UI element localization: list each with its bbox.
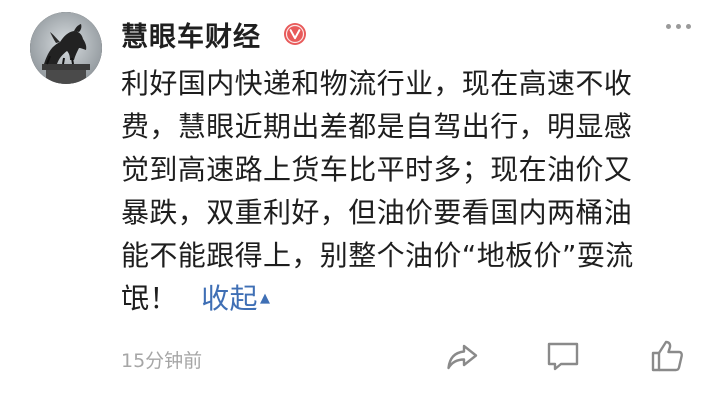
thumbs-up-icon <box>651 340 684 372</box>
share-button[interactable] <box>444 338 480 374</box>
comment-icon <box>547 342 579 371</box>
horse-statue-avatar-image <box>30 12 102 84</box>
collapse-link[interactable]: 收起 ▲ <box>201 282 270 315</box>
comment-button[interactable] <box>545 338 581 374</box>
content-line-2: 费，慧眼近期出差都是自驾出行，明显感 <box>121 110 633 143</box>
verified-v-badge-icon <box>283 22 307 46</box>
content-line-1: 利好国内快递和物流行业，现在高速不收 <box>121 67 633 100</box>
content-line-6-text: 氓！ <box>121 282 178 315</box>
author-name[interactable]: 慧眼车财经 <box>121 15 261 54</box>
avatar[interactable] <box>30 12 102 84</box>
content-line-6: 氓！ 收起 ▲ <box>121 277 691 322</box>
collapse-label: 收起 <box>201 282 258 315</box>
post-content: 利好国内快递和物流行业，现在高速不收 费，慧眼近期出差都是自驾出行，明显感 觉到… <box>121 62 691 322</box>
content-line-3: 觉到高速路上货车比平时多；现在油价又 <box>121 153 633 186</box>
share-icon <box>447 344 478 370</box>
dot-1 <box>665 23 671 29</box>
author-row: 慧眼车财经 <box>121 12 307 56</box>
timestamp: 15分钟前 <box>121 350 203 372</box>
dot-3 <box>685 23 691 29</box>
collapse-arrow-icon: ▲ <box>259 290 271 306</box>
like-button[interactable] <box>649 338 685 374</box>
dot-2 <box>675 23 681 29</box>
content-line-4: 暴跌，双重利好，但油价要看国内两桶油 <box>121 196 633 229</box>
more-dots-icon[interactable] <box>658 16 698 36</box>
content-line-5: 能不能跟得上，别整个油价“地板价”耍流 <box>121 239 634 272</box>
